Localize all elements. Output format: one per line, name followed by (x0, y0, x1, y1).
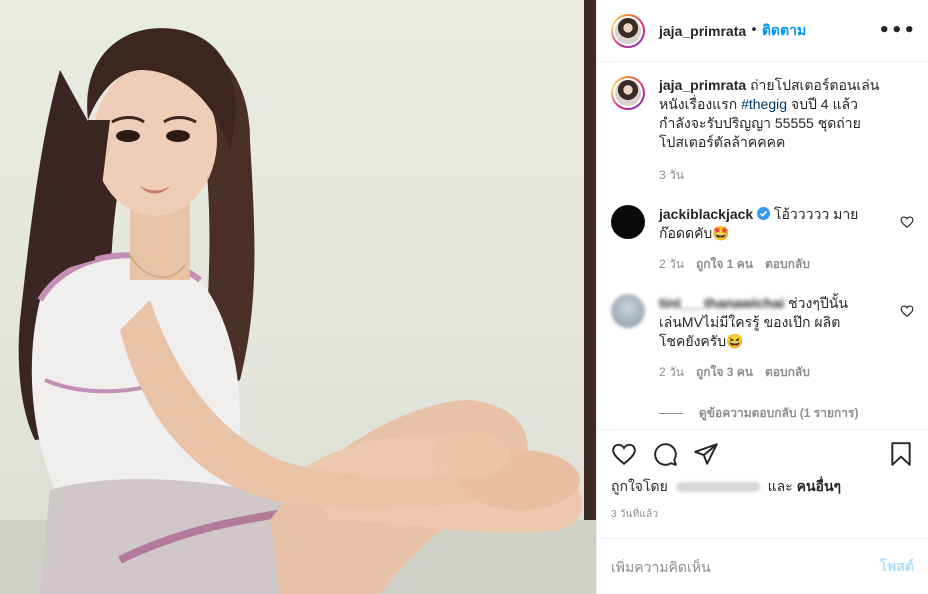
liked-others[interactable]: คนอื่นๆ (797, 478, 841, 494)
commenter-avatar[interactable] (611, 205, 645, 239)
heart-icon[interactable] (611, 441, 637, 467)
follow-button[interactable]: ติดตาม (762, 20, 806, 42)
caption-body: jaja_primrata ถ่ายโปสเตอร์ตอนเล่นหนังเรื… (659, 76, 887, 185)
author-username[interactable]: jaja_primrata (659, 23, 746, 39)
liked-and: และ (767, 478, 793, 494)
post-side-panel: jaja_primrata • ติดตาม ••• jaja_primrata… (596, 0, 928, 594)
action-icons (611, 440, 914, 468)
comment-item: tint___thanawichai ช่วงๆปีนั้นเล่นMVไม่ม… (611, 294, 914, 382)
comment-time[interactable]: 2 วัน (659, 363, 684, 382)
comment-likes[interactable]: ถูกใจ 1 คน (696, 255, 753, 274)
reply-button[interactable]: ตอบกลับ (765, 363, 810, 382)
view-replies-line (659, 413, 683, 414)
author-avatar[interactable] (611, 13, 645, 48)
comment-item: jackiblackjack โอ้ววววว มาย ก๊อดดคับ🤩 2 … (611, 205, 914, 274)
comment-meta: 2 วัน ถูกใจ 3 คน ตอบกลับ (659, 363, 887, 382)
avatar-inner (613, 15, 643, 46)
bookmark-icon[interactable] (888, 441, 914, 467)
comment-icon[interactable] (652, 441, 678, 467)
avatar-inner (613, 78, 643, 108)
share-icon[interactable] (693, 441, 719, 467)
add-comment-input[interactable] (611, 558, 880, 575)
post-photo[interactable] (0, 0, 596, 594)
comment-body: tint___thanawichai ช่วงๆปีนั้นเล่นMVไม่ม… (659, 294, 887, 382)
comments-section: jaja_primrata ถ่ายโปสเตอร์ตอนเล่นหนังเรื… (597, 62, 928, 429)
caption-time[interactable]: 3 วัน (659, 166, 684, 185)
liked-by: ถูกใจโดย และ คนอื่นๆ (611, 476, 914, 498)
comment-body: jackiblackjack โอ้ววววว มาย ก๊อดดคับ🤩 2 … (659, 205, 887, 274)
verified-badge-icon (757, 207, 771, 220)
add-comment-bar: โพสต์ (597, 538, 928, 594)
avatar-image (615, 80, 641, 106)
comment-like-icon[interactable] (900, 304, 914, 318)
commenter-avatar[interactable] (611, 294, 645, 328)
caption: jaja_primrata ถ่ายโปสเตอร์ตอนเล่นหนังเรื… (611, 76, 914, 185)
caption-hashtag[interactable]: #thegig (741, 96, 787, 112)
posted-time[interactable]: 3 วันที่แล้ว (611, 507, 914, 522)
avatar-image (615, 17, 641, 44)
view-replies-button[interactable]: ดูข้อความตอบกลับ (1 รายการ) (659, 404, 914, 423)
post-actions: ถูกใจโดย และ คนอื่นๆ 3 วันที่แล้ว (597, 429, 928, 522)
caption-avatar[interactable] (611, 76, 645, 110)
comment-likes[interactable]: ถูกใจ 3 คน (696, 363, 753, 382)
post-header: jaja_primrata • ติดตาม ••• (597, 0, 928, 62)
photo-illustration (0, 0, 596, 594)
more-options-icon[interactable]: ••• (878, 21, 916, 40)
caption-username[interactable]: jaja_primrata (659, 77, 746, 93)
reply-button[interactable]: ตอบกลับ (765, 255, 810, 274)
view-replies-label: ดูข้อความตอบกลับ (1 รายการ) (699, 406, 859, 420)
comment-username[interactable]: tint___thanawichai (659, 295, 784, 311)
comment-meta: 2 วัน ถูกใจ 1 คน ตอบกลับ (659, 255, 887, 274)
liked-user-blurred[interactable] (675, 482, 760, 493)
instagram-post-modal: jaja_primrata • ติดตาม ••• jaja_primrata… (0, 0, 928, 594)
liked-prefix: ถูกใจโดย (611, 478, 668, 494)
comment-time[interactable]: 2 วัน (659, 255, 684, 274)
comment-like-icon[interactable] (900, 215, 914, 229)
post-comment-button[interactable]: โพสต์ (880, 556, 914, 578)
caption-meta: 3 วัน (659, 166, 887, 185)
header-separator: • (750, 23, 758, 38)
comment-username[interactable]: jackiblackjack (659, 206, 753, 222)
